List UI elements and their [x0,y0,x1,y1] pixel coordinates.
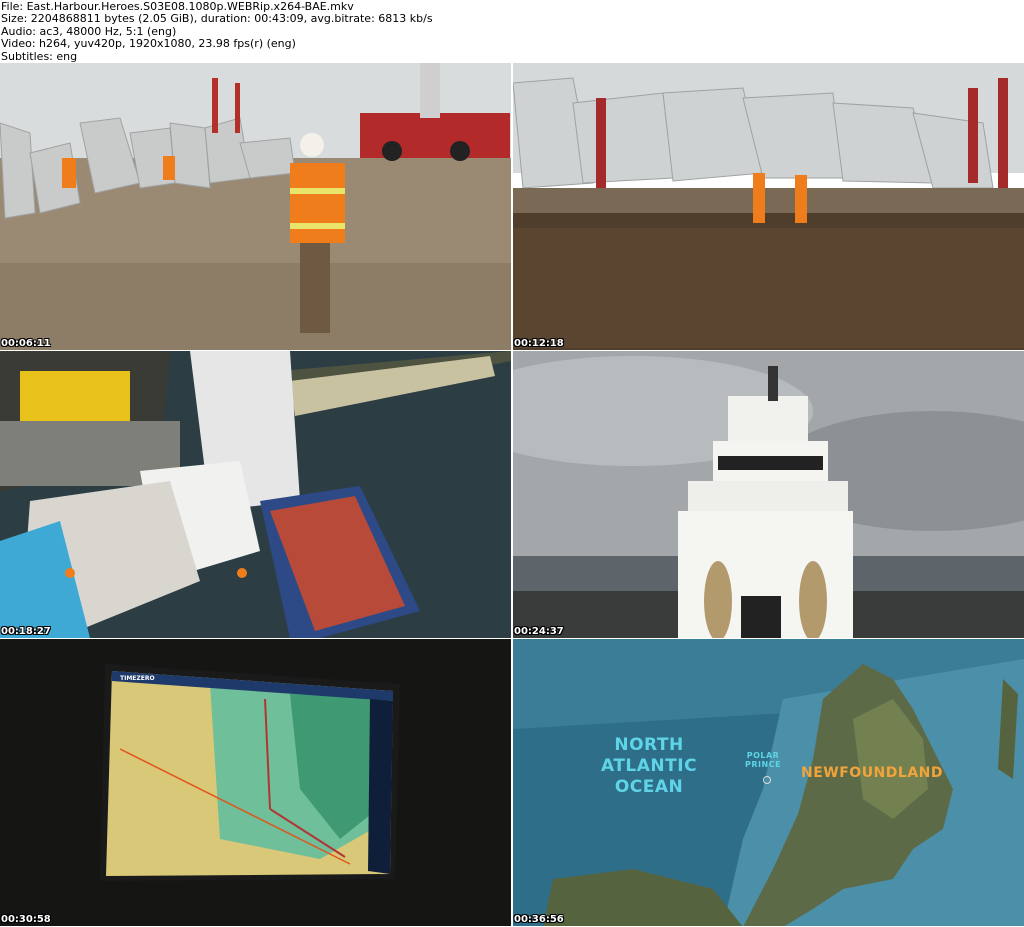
timestamp: 00:36:56 [514,914,564,925]
town-marker-icon [763,776,771,784]
timestamp: 00:18:27 [1,626,51,637]
navigation-screen-image: TIMEZERO [0,639,511,926]
file-size-line: Size: 2204868811 bytes (2.05 GiB), durat… [1,12,433,26]
thumbnail-3: 00:18:27 [0,351,511,638]
harbour-aerial-image [0,351,511,638]
construction-yard-image [0,63,511,350]
screen-brand-text: TIMEZERO [120,675,155,682]
thumbnail-5: TIMEZERO 00:30:58 [0,639,511,926]
timestamp: 00:06:11 [1,338,51,349]
timestamp: 00:30:58 [1,914,51,925]
thumbnail-1: 00:06:11 [0,63,511,350]
thumbnail-grid: 00:06:11 00:12:18 00:18:27 00:24:37 TIME… [0,63,1024,927]
ship-wheelhouse-image [513,351,1024,638]
ocean-label: NORTH ATLANTIC OCEAN [601,735,698,797]
thumbnail-6: NORTH ATLANTIC OCEAN POLAR PRINCE NEWFOU… [513,639,1024,926]
thumbnail-4: 00:24:37 [513,351,1024,638]
land-label: NEWFOUNDLAND [801,765,943,781]
subtitles-line: Subtitles: eng [1,49,78,63]
town-label: POLAR PRINCE [745,751,782,769]
thumbnail-2: 00:12:18 [513,63,1024,350]
barge-image [513,63,1024,350]
timestamp: 00:24:37 [514,626,564,637]
timestamp: 00:12:18 [514,338,564,349]
video-line: Video: h264, yuv420p, 1920x1080, 23.98 f… [1,37,296,51]
file-info-header: File: East.Harbour.Heroes.S03E08.1080p.W… [0,0,1024,63]
